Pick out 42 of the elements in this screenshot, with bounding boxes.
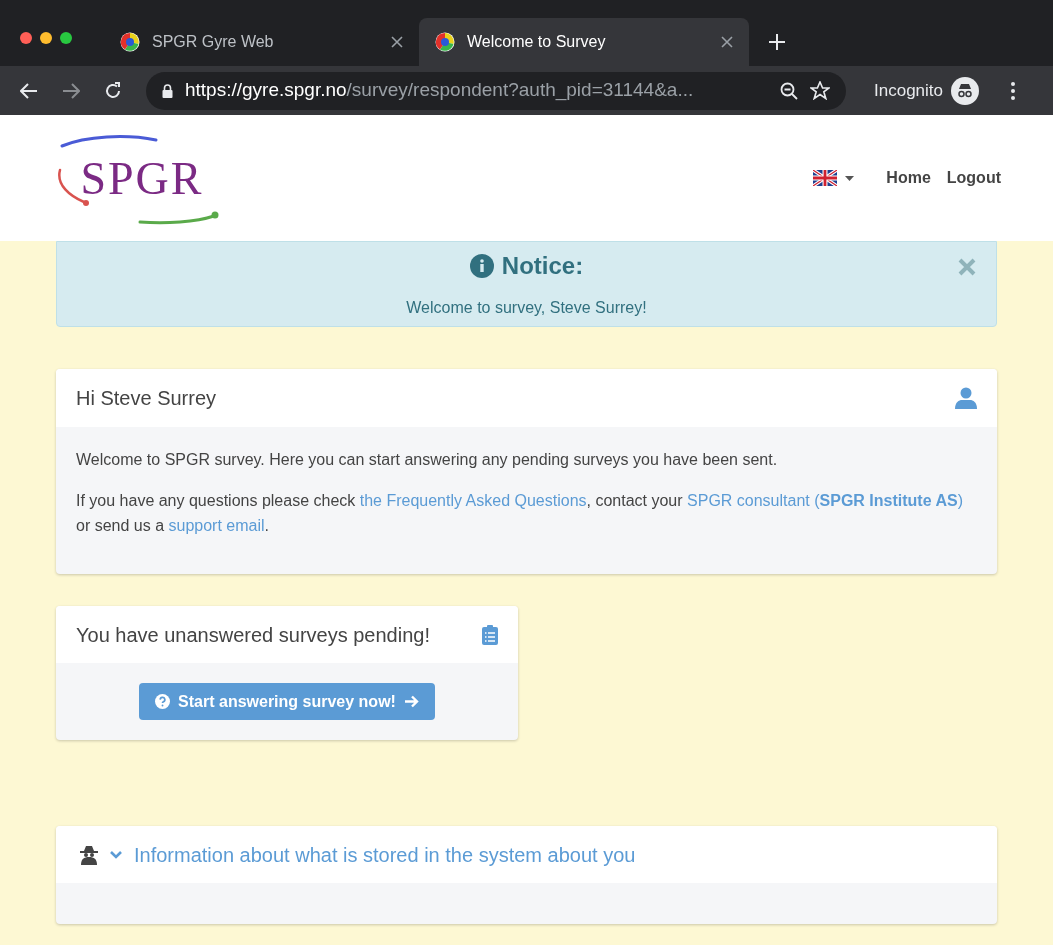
- tab-title: Welcome to Survey: [467, 32, 607, 52]
- lock-icon: [162, 83, 173, 98]
- close-icon[interactable]: [721, 36, 733, 48]
- nav-link[interactable]: Home: [886, 166, 931, 190]
- info-icon: [469, 254, 494, 278]
- profile-label: Incognito: [874, 79, 943, 102]
- star-icon[interactable]: [810, 81, 830, 100]
- minimize-window-button[interactable]: [40, 32, 52, 44]
- favicon-icon: [435, 32, 455, 52]
- browser-tab[interactable]: SPGR Gyre Web: [104, 18, 419, 66]
- arrow-right-icon: [403, 695, 419, 708]
- clipboard-icon: [482, 624, 498, 645]
- spy-icon: [80, 844, 98, 865]
- tab-title: SPGR Gyre Web: [152, 32, 275, 52]
- menu-icon[interactable]: [1011, 81, 1015, 100]
- nav-link[interactable]: Logout: [946, 166, 1001, 190]
- new-tab-icon[interactable]: [769, 34, 785, 50]
- address-bar[interactable]: https://gyre.spgr.no/survey/respondent?auth_pid=31144&a...: [146, 71, 846, 110]
- card-title: You have unanswered surveys pending!: [76, 622, 430, 648]
- uk-flag-icon: [813, 170, 838, 186]
- incognito-icon[interactable]: [951, 76, 979, 105]
- intro-text: Welcome to SPGR survey. Here you can start answering any pending surveys you have been sent.: [76, 450, 779, 470]
- language-dropdown[interactable]: [813, 170, 855, 186]
- close-icon[interactable]: [391, 36, 403, 48]
- user-icon: [955, 387, 977, 409]
- back-icon[interactable]: [20, 82, 38, 99]
- help-text: If you have any questions please check the Frequently Asked Questions, contact your SPGR consultant (SPGR Institute AS) or send us a support email.: [76, 491, 964, 536]
- logo[interactable]: SPGR: [56, 130, 228, 226]
- reload-icon[interactable]: [104, 81, 122, 100]
- caret-icon: [845, 175, 855, 181]
- question-icon: [155, 694, 171, 709]
- url-text: https://gyre.spgr.no/survey/respondent?auth_pid=31144&a...: [185, 78, 695, 103]
- zoom-icon[interactable]: [780, 81, 798, 100]
- favicon-icon: [120, 32, 140, 52]
- maximize-window-button[interactable]: [60, 32, 72, 44]
- browser-tab[interactable]: Welcome to Survey: [419, 18, 749, 66]
- close-window-button[interactable]: [20, 32, 32, 44]
- forward-icon[interactable]: [62, 82, 80, 99]
- notice-message: Welcome to survey, Steve Surrey!: [406, 298, 647, 318]
- chevron-icon: [110, 848, 122, 861]
- notice-title: Notice:: [501, 251, 584, 281]
- card-title: Hi Steve Surrey: [76, 386, 217, 411]
